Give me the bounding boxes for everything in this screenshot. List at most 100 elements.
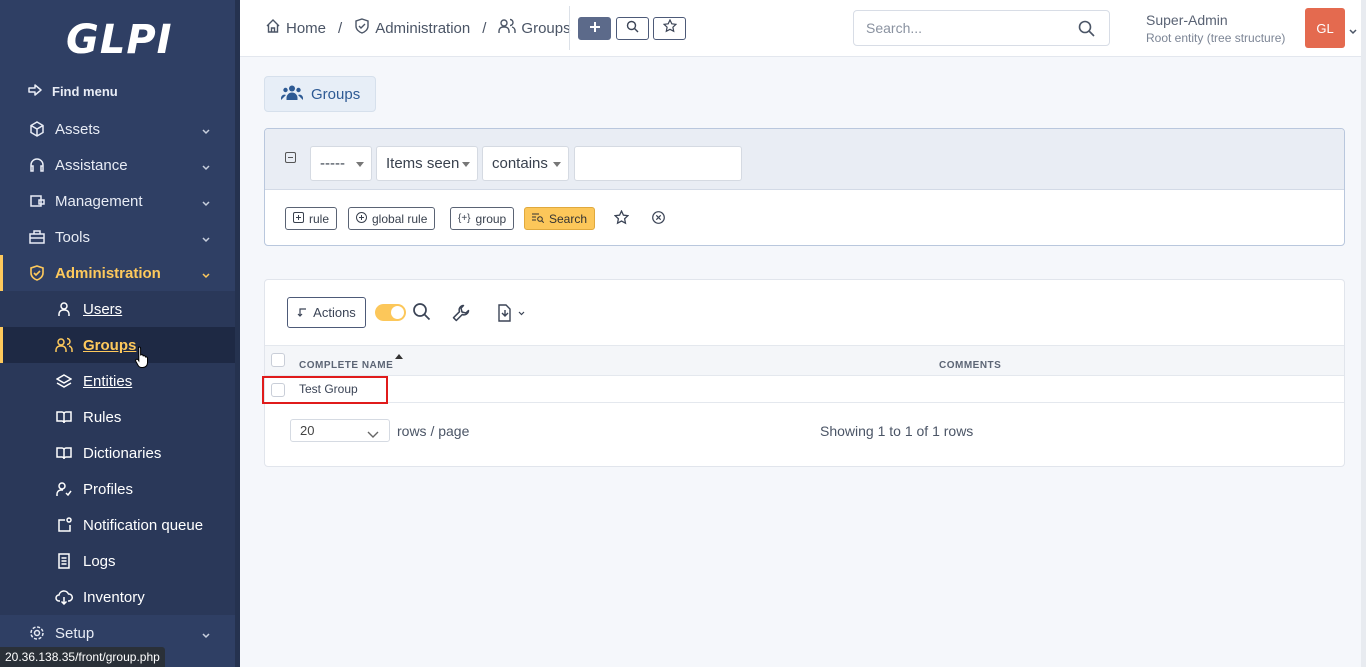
sidebar-item-label: Logs: [83, 552, 116, 570]
user-check-icon: [55, 480, 73, 498]
status-bar-url: 20.36.138.35/front/group.php: [0, 647, 165, 667]
sidebar-item-groups[interactable]: Groups: [0, 327, 235, 363]
find-menu-link[interactable]: Find menu: [28, 82, 118, 100]
breadcrumb-groups[interactable]: Groups: [498, 18, 571, 38]
sidebar-item-profiles[interactable]: Profiles: [0, 471, 235, 507]
chevron-down-icon: [201, 123, 211, 140]
sidebar-item-management[interactable]: Management: [0, 183, 235, 219]
export-file-icon[interactable]: [497, 304, 525, 327]
column-header-comments[interactable]: COMMENTS: [939, 360, 1001, 371]
page-scrollbar[interactable]: [1361, 0, 1366, 667]
book-icon: [55, 408, 73, 426]
avatar[interactable]: GL: [1305, 8, 1345, 48]
sidebar-item-tools[interactable]: Tools: [0, 219, 235, 255]
sidebar-item-inventory[interactable]: Inventory: [0, 579, 235, 615]
sidebar-item-label: Management: [55, 192, 143, 210]
chevron-down-icon: [201, 195, 211, 212]
mouse-cursor: [135, 346, 149, 373]
layers-icon: [55, 372, 73, 390]
actions-label: Actions: [313, 305, 356, 320]
operator-select[interactable]: contains: [482, 146, 569, 181]
arrow-right-icon: [28, 83, 42, 99]
add-global-rule-button[interactable]: global rule: [348, 207, 436, 230]
sidebar-item-rules[interactable]: Rules: [0, 399, 235, 435]
log-icon: [55, 552, 73, 570]
sidebar-item-assets[interactable]: Assets: [0, 111, 235, 147]
chevron-down-icon: [367, 427, 379, 442]
add-rule-label: rule: [309, 211, 330, 226]
select-all-checkbox[interactable]: [271, 353, 285, 367]
search-icon[interactable]: [412, 302, 431, 326]
cube-icon: [28, 120, 46, 138]
chevron-down-icon: [201, 267, 211, 284]
sidebar-item-administration[interactable]: Administration: [0, 255, 235, 291]
sidebar-item-dictionaries[interactable]: Dictionaries: [0, 435, 235, 471]
page-size-select[interactable]: 20: [290, 419, 390, 442]
massive-actions-toggle[interactable]: [375, 304, 406, 321]
global-search-input[interactable]: [854, 11, 1064, 45]
sidebar-item-users[interactable]: Users: [0, 291, 235, 327]
users-icon: [55, 336, 73, 354]
search-button[interactable]: [616, 17, 649, 40]
page-title[interactable]: Groups: [264, 76, 376, 112]
briefcase-icon: [28, 228, 46, 246]
reset-circle-icon[interactable]: [652, 211, 665, 229]
collapse-criteria-icon[interactable]: [285, 152, 296, 163]
add-rule-button[interactable]: rule: [285, 207, 338, 230]
add-group-button[interactable]: {+} group: [450, 207, 515, 230]
notification-icon: [55, 516, 73, 534]
wallet-icon: [28, 192, 46, 210]
items-seen-value: Items seen: [386, 155, 460, 172]
sidebar-item-assistance[interactable]: Assistance: [0, 147, 235, 183]
sidebar-item-setup[interactable]: Setup: [0, 615, 235, 651]
caret-down-icon: [356, 162, 364, 167]
global-search[interactable]: [853, 10, 1110, 46]
sidebar-item-logs[interactable]: Logs: [0, 543, 235, 579]
breadcrumb-administration[interactable]: Administration: [354, 18, 470, 38]
user-name[interactable]: Super-Admin: [1146, 12, 1228, 28]
star-icon: [662, 18, 677, 38]
criteria-row: ----- Items seen contains: [265, 129, 1344, 190]
search-submit-label: Search: [549, 211, 588, 226]
sidebar-item-entities[interactable]: Entities: [0, 363, 235, 399]
search-submit-button[interactable]: Search: [524, 207, 596, 230]
shield-icon: [354, 18, 370, 38]
sidebar-item-label: Assistance: [55, 156, 128, 174]
caret-down-icon: [553, 162, 561, 167]
wrench-icon[interactable]: [451, 303, 471, 328]
items-seen-select[interactable]: Items seen: [376, 146, 478, 181]
sidebar-item-label: Entities: [83, 372, 133, 390]
user-entity[interactable]: Root entity (tree structure): [1146, 31, 1285, 45]
column-header-complete-name[interactable]: COMPLETE NAME: [299, 360, 393, 371]
table-header: COMPLETE NAME COMMENTS: [265, 345, 1344, 376]
actions-button[interactable]: Actions: [287, 297, 366, 328]
add-button[interactable]: [578, 17, 611, 40]
star-icon[interactable]: [613, 209, 630, 230]
breadcrumb-home[interactable]: Home: [265, 18, 326, 38]
sidebar-item-label: Setup: [55, 624, 95, 642]
table-row: Test Group: [265, 377, 1344, 403]
results-panel: Actions COMPLETE NAME COMMENTS Test Grou…: [262, 279, 1345, 467]
add-global-rule-label: global rule: [372, 211, 428, 226]
pagination-info: Showing 1 to 1 of 1 rows: [820, 423, 974, 439]
breadcrumb: Home / Administration / Groups: [265, 18, 571, 38]
users-icon: [281, 84, 303, 104]
sidebar-item-label: Users: [83, 300, 123, 318]
user-icon: [55, 300, 73, 318]
sidebar-scrollbar[interactable]: [235, 0, 240, 667]
sidebar-item-notification-queue[interactable]: Notification queue: [0, 507, 235, 543]
chevron-down-icon[interactable]: [1348, 23, 1358, 41]
search-icon[interactable]: [1078, 20, 1095, 42]
sidebar-item-label: Groups: [83, 336, 137, 354]
toolbar-divider: [569, 6, 570, 50]
sort-ascending-icon[interactable]: [395, 354, 403, 359]
find-menu-label: Find menu: [52, 83, 118, 99]
operator-value: contains: [492, 155, 548, 172]
bookmark-button[interactable]: [653, 17, 686, 40]
caret-down-icon: [462, 162, 470, 167]
highlight-box: [262, 376, 388, 404]
criteria-value-input[interactable]: [574, 146, 742, 181]
glpi-logo[interactable]: GLPI: [66, 17, 173, 63]
chevron-down-icon: [201, 159, 211, 176]
field-select[interactable]: -----: [310, 146, 372, 181]
